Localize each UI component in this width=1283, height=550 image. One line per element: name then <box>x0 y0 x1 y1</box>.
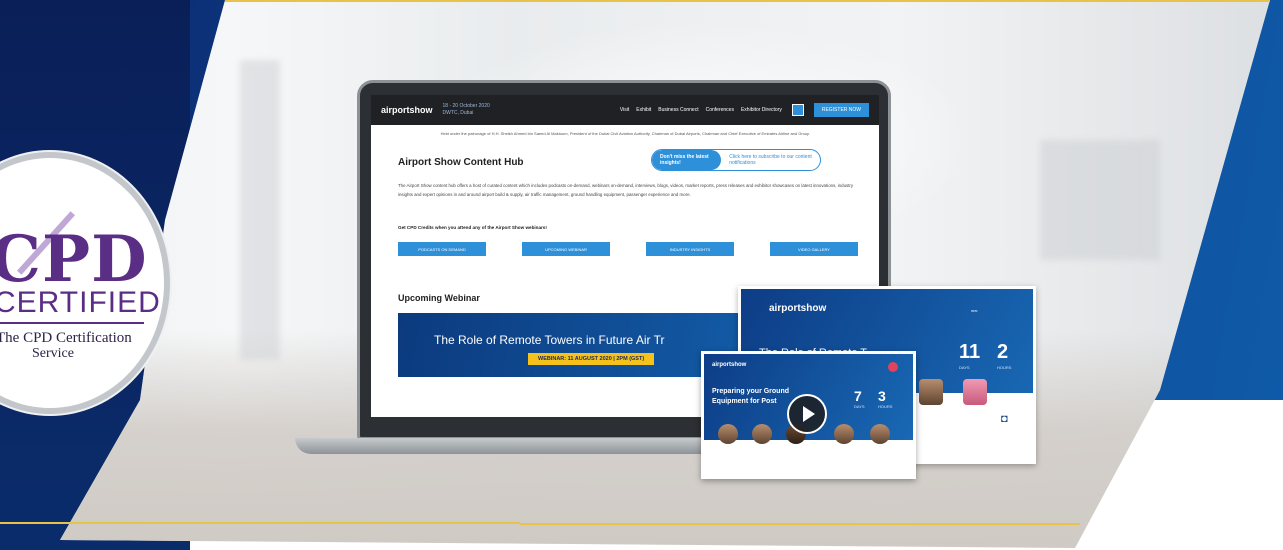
speaker-photo <box>752 424 772 444</box>
cpd-service-line1: The CPD Certification <box>0 330 132 346</box>
nav-link-exhibitor-directory[interactable]: Exhibitor Directory <box>741 107 782 113</box>
card-back-days-label: DAYS <box>959 365 970 370</box>
speaker-photo <box>919 379 943 405</box>
card-back-days: 11 <box>959 341 980 364</box>
promo-banner: airportshow 18 - 20 October 2020 DWTC, D… <box>0 0 1283 550</box>
play-triangle-icon <box>803 406 815 422</box>
speaker-photo <box>963 379 987 405</box>
event-venue-line: DWTC, Dubai <box>442 110 474 116</box>
partner-logo-icon: ◘ <box>1001 413 1008 425</box>
blurred-furniture <box>1040 140 1160 260</box>
nav-menu-icon[interactable] <box>791 104 804 116</box>
speaker-photo <box>718 424 738 444</box>
record-dot-icon <box>888 362 898 372</box>
site-logo[interactable]: airportshow <box>381 105 433 115</box>
nav-link-visit[interactable]: Visit <box>620 107 629 113</box>
patronage-text: Held under the patronage of H.H. Sheikh … <box>440 131 810 136</box>
card-back-logo: airportshow <box>769 303 827 314</box>
speaker-photo <box>834 424 854 444</box>
hub-description: The Airport Show content hub offers a ho… <box>398 183 854 197</box>
play-icon[interactable] <box>787 394 827 434</box>
card-front-speaker-band <box>704 440 913 476</box>
card-front-hours-label: HOURS <box>878 404 893 409</box>
gold-top-line <box>225 0 1270 2</box>
event-date: 18 - 20 October 2020 DWTC, Dubai <box>443 103 490 117</box>
card-back-days-value: 11 <box>959 341 981 363</box>
card-front-days: 7 <box>854 388 862 404</box>
hub-title: Airport Show Content Hub <box>398 157 524 168</box>
event-date-line: 18 - 20 October 2020 <box>442 103 490 109</box>
gold-bottom-line <box>520 523 1080 525</box>
upcoming-webinar-heading: Upcoming Webinar <box>398 293 480 303</box>
gold-bottom-left-line <box>0 522 520 524</box>
card-back-partner-logo: ≈≈ <box>971 309 978 315</box>
upcoming-webinar-button[interactable]: UPCOMING WEBINAR <box>522 242 610 256</box>
video-gallery-button[interactable]: VIDEO GALLERY <box>770 242 858 256</box>
card-back-hours-label: HOURS <box>997 365 1012 370</box>
nav-link-exhibit[interactable]: Exhibit <box>636 107 651 113</box>
podcasts-button[interactable]: PODCASTS ON DEMAND <box>398 242 486 256</box>
cpd-credits-line: Get CPD Credits when you attend any of t… <box>398 225 547 230</box>
subscribe-pill-left: Don't miss the latest insights! <box>652 150 722 170</box>
nav-link-conferences[interactable]: Conferences <box>706 107 734 113</box>
blurred-column <box>240 60 280 360</box>
register-button[interactable]: REGISTER NOW <box>813 103 869 117</box>
card-back-hours-value: 2 <box>997 341 1009 363</box>
subscribe-pill-right: Click here to subscribe to our content n… <box>729 154 812 166</box>
card-front-days-label: DAYS <box>854 404 865 409</box>
subscribe-pill[interactable]: Don't miss the latest insights! Click he… <box>651 149 821 171</box>
webinar-banner-title: The Role of Remote Towers in Future Air … <box>434 333 665 347</box>
cpd-divider <box>0 322 144 324</box>
content-buttons: PODCASTS ON DEMAND UPCOMING WEBINAR INDU… <box>398 242 858 256</box>
speaker-photo <box>870 424 890 444</box>
card-front-title-2: Equipment for Post <box>712 398 777 405</box>
site-navbar: airportshow 18 - 20 October 2020 DWTC, D… <box>371 95 879 125</box>
card-front-hours: 3 <box>878 388 886 404</box>
card-front-title-1: Preparing your Ground <box>712 388 790 395</box>
cpd-service-line2: Service <box>32 346 74 361</box>
card-front-logo: airportshow <box>712 362 747 368</box>
industry-insights-button[interactable]: INDUSTRY INSIGHTS <box>646 242 734 256</box>
cpd-certified-word: CERTIFIED <box>0 286 161 319</box>
nav-links: Visit Exhibit Business Connect Conferenc… <box>620 107 782 113</box>
card-back-hours: 2 <box>997 341 1008 364</box>
nav-link-business-connect[interactable]: Business Connect <box>658 107 698 113</box>
cpd-mark: CPD <box>0 222 148 297</box>
webinar-banner-date: WEBINAR: 11 AUGUST 2020 | 2PM (GST) <box>528 353 655 365</box>
